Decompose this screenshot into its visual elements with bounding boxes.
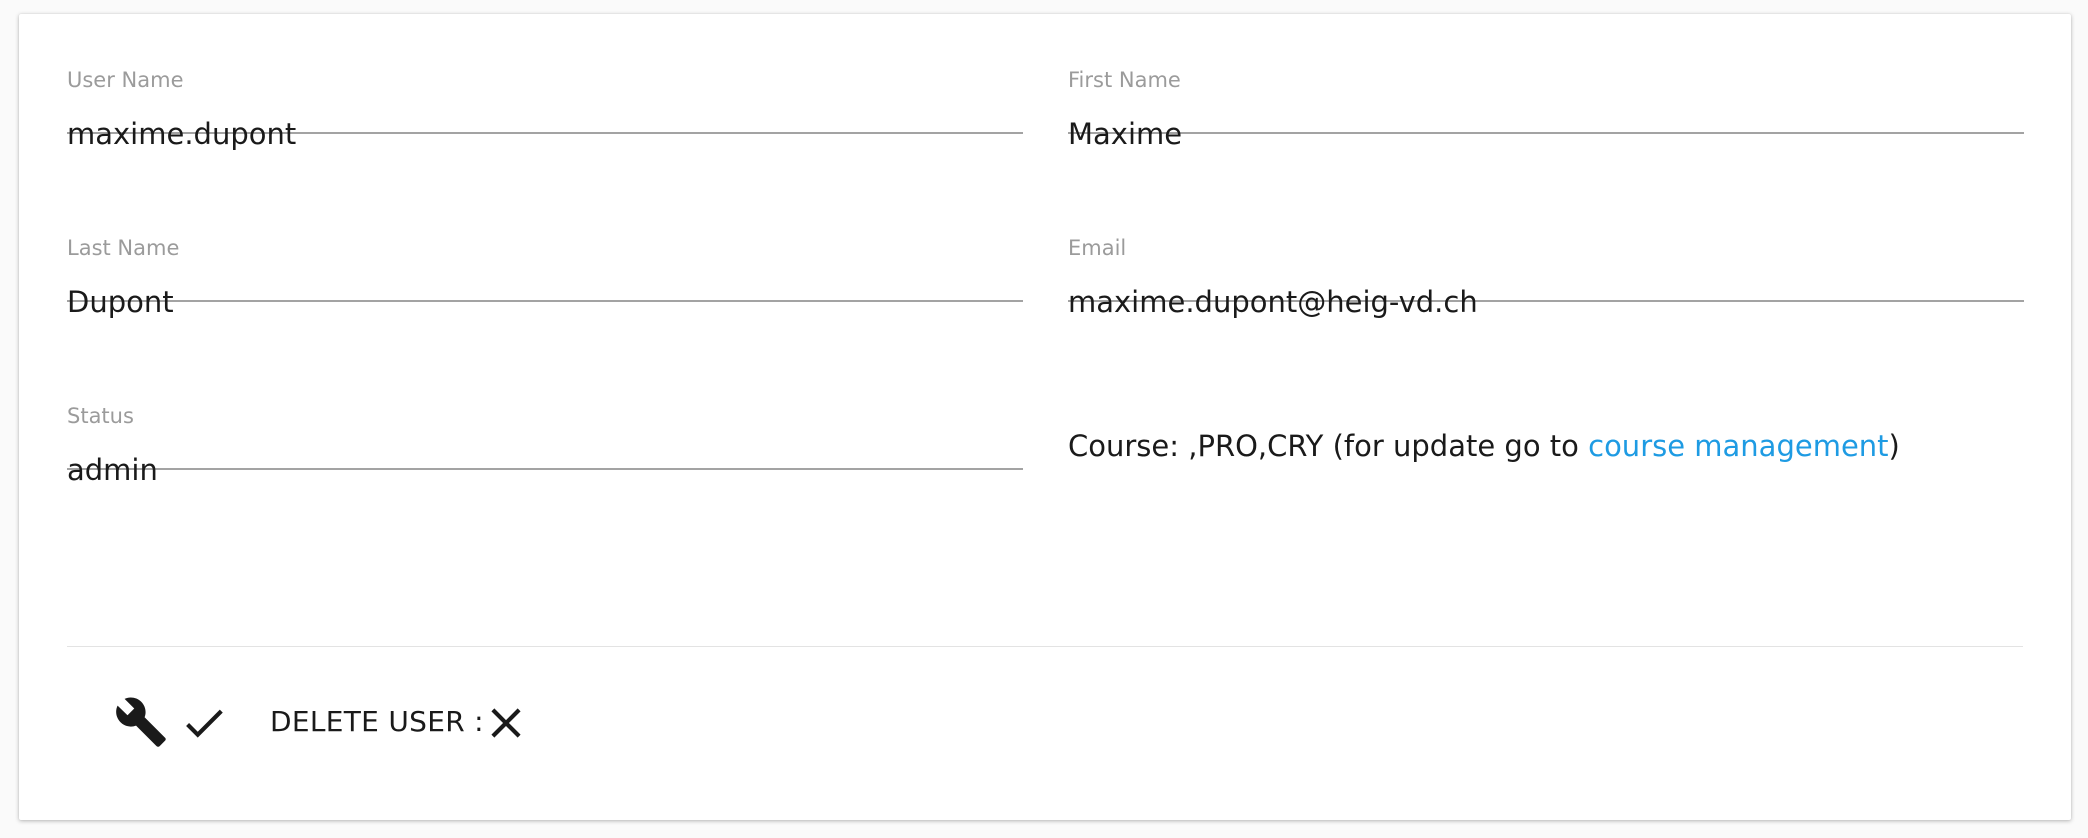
course-info-suffix: ) (1888, 429, 1900, 463)
course-info-text: Course: ,PRO,CRY (for update go to (1068, 429, 1589, 463)
status-label: Status (67, 404, 134, 428)
last-name-input[interactable] (67, 280, 1023, 324)
email-field: Email (1068, 182, 2024, 324)
status-field: Status (67, 350, 1023, 492)
action-bar: DELETE USER : (19, 647, 2071, 797)
status-input[interactable] (67, 448, 1023, 492)
first-name-input[interactable] (1068, 112, 2024, 156)
last-name-field: Last Name (67, 182, 1023, 324)
wrench-icon[interactable] (114, 695, 168, 749)
close-icon[interactable] (481, 698, 531, 748)
course-management-link[interactable]: course management (1588, 429, 1888, 463)
first-name-field: First Name (1068, 14, 2024, 156)
first-name-label: First Name (1068, 68, 1181, 92)
check-icon[interactable] (179, 698, 229, 748)
user-name-field: User Name (67, 14, 1023, 156)
email-label: Email (1068, 236, 1127, 260)
email-input[interactable] (1068, 280, 2024, 324)
course-info: Course: ,PRO,CRY (for update go to cours… (1068, 429, 1900, 463)
last-name-label: Last Name (67, 236, 180, 260)
delete-user-label: DELETE USER : (270, 705, 484, 738)
user-edit-card: User Name First Name Last Name Email Sta… (19, 14, 2071, 820)
user-name-label: User Name (67, 68, 184, 92)
user-name-input[interactable] (67, 112, 1023, 156)
